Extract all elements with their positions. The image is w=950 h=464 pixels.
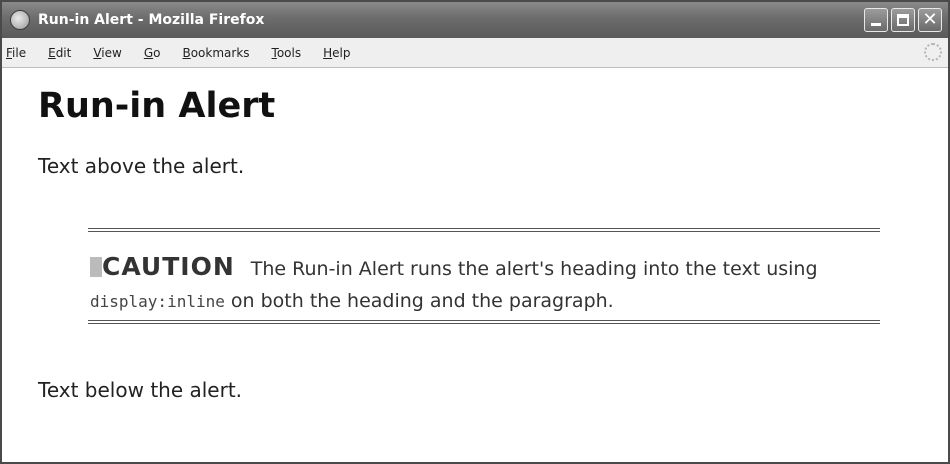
alert-marker-icon	[90, 257, 102, 277]
menu-tools[interactable]: Tools	[272, 46, 302, 60]
page-content: Run-in Alert Text above the alert. CAUTI…	[2, 68, 948, 462]
throbber-icon	[924, 43, 942, 61]
alert-text-1: The Run-in Alert runs the alert's headin…	[250, 258, 818, 280]
menu-view[interactable]: View	[93, 46, 121, 60]
minimize-button[interactable]	[864, 8, 888, 32]
firefox-globe-icon	[10, 10, 30, 30]
alert-code: display:inline	[90, 292, 225, 311]
text-above-alert: Text above the alert.	[38, 154, 245, 178]
menu-edit[interactable]: Edit	[48, 46, 71, 60]
menu-bookmarks[interactable]: Bookmarks	[182, 46, 249, 60]
close-button[interactable]: ✕	[918, 8, 942, 32]
text-below-alert: Text below the alert.	[38, 378, 243, 402]
close-icon: ✕	[922, 9, 938, 30]
page-title: Run-in Alert	[38, 86, 276, 126]
menu-help[interactable]: Help	[323, 46, 350, 60]
alert-heading: CAUTION	[102, 252, 235, 281]
title-bar[interactable]: Run-in Alert - Mozilla Firefox ✕	[2, 2, 948, 38]
browser-window: Run-in Alert - Mozilla Firefox ✕ File Ed…	[0, 0, 950, 464]
window-controls: ✕	[864, 8, 942, 32]
menu-file[interactable]: File	[6, 46, 26, 60]
alert-text-2: on both the heading and the paragraph.	[224, 290, 614, 312]
menu-go[interactable]: Go	[144, 46, 161, 60]
window-title: Run-in Alert - Mozilla Firefox	[38, 12, 265, 28]
menu-bar: File Edit View Go Bookmarks Tools Help	[2, 38, 948, 68]
run-in-alert: CAUTION The Run-in Alert runs the alert's…	[88, 228, 880, 324]
alert-paragraph: CAUTION The Run-in Alert runs the alert's…	[90, 251, 860, 318]
maximize-button[interactable]	[891, 8, 915, 32]
